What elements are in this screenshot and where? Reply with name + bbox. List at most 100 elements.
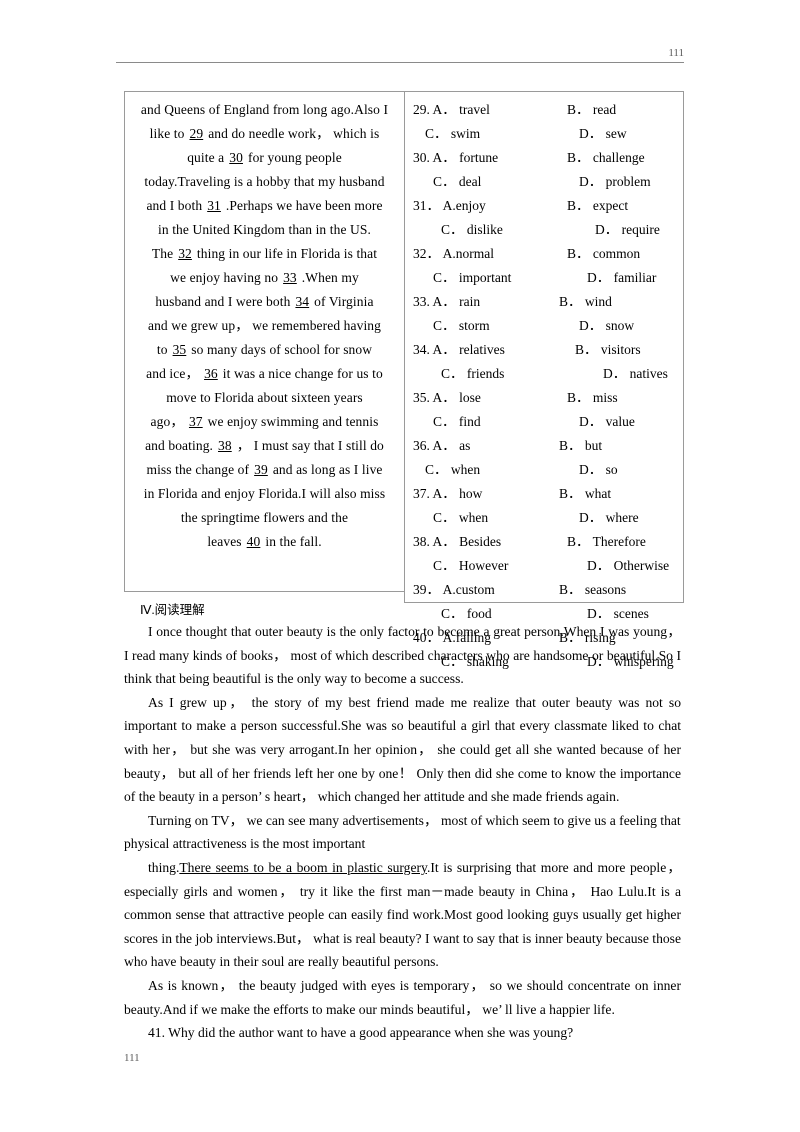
- cloze-blank-33[interactable]: 33: [278, 270, 302, 285]
- cloze-option-choice[interactable]: B． read: [559, 98, 677, 122]
- passage-text: in the fall.: [265, 534, 322, 549]
- cloze-option-choice[interactable]: 29. A． travel: [411, 98, 559, 122]
- underlined-phrase: There seems to be a boom in plastic surg…: [179, 859, 427, 875]
- cloze-option-choice[interactable]: D． problem: [579, 170, 677, 194]
- cloze-passage-line: leaves 40 in the fall.: [133, 530, 396, 554]
- cloze-option-choice[interactable]: B． visitors: [559, 338, 677, 362]
- paragraph-4-suffix: .It is surprising that more and more peo…: [124, 859, 681, 970]
- cloze-option-choice[interactable]: 36. A． as: [411, 434, 559, 458]
- passage-text: we enjoy having no: [170, 270, 279, 285]
- page-header: 111: [116, 46, 684, 63]
- passage-text: ， I must say that I still do: [236, 438, 384, 453]
- reading-paragraph-2: As I grew up， the story of my best frien…: [124, 694, 681, 805]
- cloze-option-row: C． when D． where: [411, 506, 677, 530]
- passage-text: thing in our life in Florida is that: [196, 246, 378, 261]
- cloze-option-choice[interactable]: C． important: [411, 266, 579, 290]
- cloze-option-choice[interactable]: B． Therefore: [559, 530, 677, 554]
- cloze-option-choice[interactable]: 35. A． lose: [411, 386, 559, 410]
- passage-text: of Virginia: [314, 294, 374, 309]
- cloze-option-choice[interactable]: D． snow: [579, 314, 677, 338]
- passage-text: so many days of school for snow: [191, 342, 373, 357]
- passage-text: quite a: [187, 150, 225, 165]
- passage-text: we enjoy swimming and tennis: [207, 414, 379, 429]
- cloze-option-choice[interactable]: C． when: [411, 506, 579, 530]
- cloze-option-choice[interactable]: D． value: [579, 410, 677, 434]
- cloze-option-choice[interactable]: D． so: [571, 458, 677, 482]
- cloze-blank-40[interactable]: 40: [242, 534, 266, 549]
- passage-text: and I both: [146, 198, 203, 213]
- cloze-blank-39[interactable]: 39: [249, 462, 273, 477]
- cloze-option-choice[interactable]: 31． A.enjoy: [411, 194, 559, 218]
- cloze-option-choice[interactable]: 38. A． Besides: [411, 530, 559, 554]
- cloze-option-choice[interactable]: C． storm: [411, 314, 579, 338]
- passage-text: .When my: [301, 270, 359, 285]
- cloze-blank-36[interactable]: 36: [199, 366, 223, 381]
- passage-text: leaves: [207, 534, 242, 549]
- cloze-option-choice[interactable]: C． However: [411, 554, 579, 578]
- cloze-blank-34[interactable]: 34: [290, 294, 314, 309]
- cloze-passage-line: in the United Kingdom than in the US.: [133, 218, 396, 242]
- cloze-option-choice[interactable]: D． require: [587, 218, 677, 242]
- cloze-option-choice[interactable]: B． but: [559, 434, 677, 458]
- cloze-passage-line: today.Traveling is a hobby that my husba…: [133, 170, 396, 194]
- cloze-option-choice[interactable]: B． common: [559, 242, 677, 266]
- passage-text: it was a nice change for us to: [222, 366, 383, 381]
- cloze-passage-line: in Florida and enjoy Florida.I will also…: [133, 482, 396, 506]
- cloze-passage-line: move to Florida about sixteen years: [133, 386, 396, 410]
- cloze-blank-29[interactable]: 29: [184, 126, 208, 141]
- passage-text: the springtime flowers and the: [180, 510, 349, 525]
- cloze-option-choice[interactable]: B． expect: [559, 194, 677, 218]
- cloze-passage-line: and ice， 36 it was a nice change for us to: [133, 362, 396, 386]
- cloze-option-row: C． important D． familiar: [411, 266, 677, 290]
- cloze-option-choice[interactable]: 32． A.normal: [411, 242, 559, 266]
- cloze-passage-line: and I both 31 .Perhaps we have been more: [133, 194, 396, 218]
- cloze-option-row: 30. A． fortune B． challenge: [411, 146, 677, 170]
- cloze-option-choice[interactable]: D． natives: [587, 362, 677, 386]
- cloze-option-row: C． swim D． sew: [411, 122, 677, 146]
- cloze-blank-38[interactable]: 38: [213, 438, 237, 453]
- passage-text: to: [156, 342, 168, 357]
- cloze-option-choice[interactable]: B． miss: [559, 386, 677, 410]
- header-rule: [116, 62, 684, 63]
- cloze-option-choice[interactable]: B． challenge: [559, 146, 677, 170]
- cloze-option-row: 39． A.custom B． seasons: [411, 578, 677, 602]
- document-page: 111 and Queens of England from long ago.…: [0, 0, 800, 1132]
- cloze-option-choice[interactable]: D． where: [579, 506, 677, 530]
- cloze-blank-32[interactable]: 32: [173, 246, 197, 261]
- passage-text: and as long as I live: [272, 462, 383, 477]
- cloze-passage-line: like to 29 and do needle work， which is: [133, 122, 396, 146]
- cloze-option-row: 29. A． travel B． read: [411, 98, 677, 122]
- cloze-option-choice[interactable]: 34. A． relatives: [411, 338, 559, 362]
- cloze-option-choice[interactable]: C． find: [411, 410, 579, 434]
- cloze-blank-30[interactable]: 30: [224, 150, 248, 165]
- cloze-option-choice[interactable]: 37. A． how: [411, 482, 559, 506]
- cloze-blank-37[interactable]: 37: [184, 414, 208, 429]
- passage-text: and we grew up， we remembered having: [147, 318, 381, 333]
- cloze-option-choice[interactable]: D． familiar: [579, 266, 677, 290]
- passage-text: and ice，: [146, 366, 200, 381]
- cloze-blank-35[interactable]: 35: [168, 342, 192, 357]
- cloze-option-row: C． storm D． snow: [411, 314, 677, 338]
- cloze-option-choice[interactable]: D． sew: [571, 122, 677, 146]
- cloze-option-row: C． when D． so: [411, 458, 677, 482]
- cloze-passage-line: we enjoy having no 33 .When my: [133, 266, 396, 290]
- passage-text: move to Florida about sixteen years: [166, 390, 363, 405]
- cloze-option-choice[interactable]: C． dislike: [411, 218, 587, 242]
- cloze-option-choice[interactable]: B． seasons: [559, 578, 677, 602]
- cloze-option-row: C． find D． value: [411, 410, 677, 434]
- cloze-option-choice[interactable]: 30. A． fortune: [411, 146, 559, 170]
- cloze-option-choice[interactable]: B． what: [559, 482, 677, 506]
- cloze-blank-31[interactable]: 31: [202, 198, 226, 213]
- cloze-option-row: 37. A． how B． what: [411, 482, 677, 506]
- cloze-option-choice[interactable]: 33. A． rain: [411, 290, 559, 314]
- reading-paragraph-3: Turning on TV， we can see many advertise…: [124, 812, 681, 852]
- cloze-option-choice[interactable]: C． deal: [411, 170, 579, 194]
- cloze-option-choice[interactable]: C． when: [411, 458, 571, 482]
- cloze-option-choice[interactable]: C． friends: [411, 362, 587, 386]
- reading-paragraph-4: thing.There seems to be a boom in plasti…: [124, 856, 681, 974]
- cloze-option-choice[interactable]: C． swim: [411, 122, 571, 146]
- cloze-option-row: C． However D． Otherwise: [411, 554, 677, 578]
- cloze-option-choice[interactable]: D． Otherwise: [579, 554, 677, 578]
- cloze-option-choice[interactable]: 39． A.custom: [411, 578, 559, 602]
- cloze-option-choice[interactable]: B． wind: [559, 290, 677, 314]
